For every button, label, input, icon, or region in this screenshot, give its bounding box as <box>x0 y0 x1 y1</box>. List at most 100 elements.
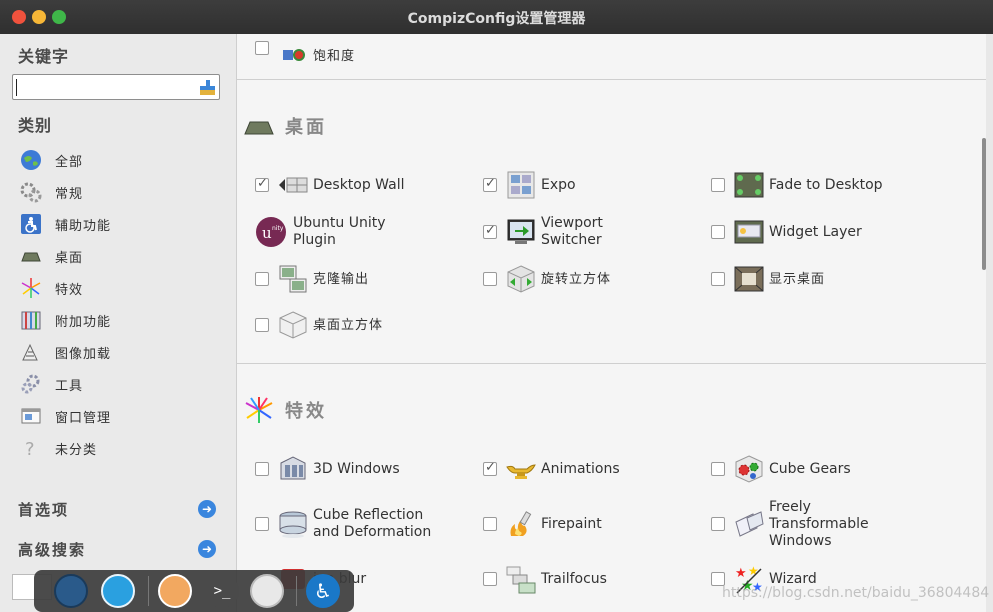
category-all[interactable]: 全部 <box>20 148 220 172</box>
category-effects[interactable]: 特效 <box>20 276 220 300</box>
section-header-effects: 特效 <box>243 395 327 425</box>
plugin-checkbox[interactable] <box>711 517 725 531</box>
category-extras[interactable]: 附加功能 <box>20 308 220 332</box>
desktop-cube-icon <box>277 309 309 341</box>
extras-icon <box>20 309 42 331</box>
rotate-cube-icon <box>505 263 537 295</box>
plugin-checkbox[interactable] <box>255 176 269 192</box>
plugin-checkbox[interactable] <box>255 41 269 55</box>
category-uncategorized[interactable]: ? 未分类 <box>20 436 220 460</box>
plugin-viewport-switcher[interactable]: Viewport Switcher <box>483 214 603 250</box>
plugin-clone-output[interactable]: 克隆输出 <box>255 261 369 297</box>
fireworks-icon <box>243 396 275 424</box>
application-dock: >_ ♿ <box>34 570 354 612</box>
category-general[interactable]: 常规 <box>20 180 220 204</box>
svg-text:nity: nity <box>272 225 284 232</box>
plugin-checkbox[interactable] <box>711 272 725 286</box>
plugin-list: 饱和度 桌面 Desktop Wall Expo Fade to Desktop… <box>237 34 986 612</box>
scrollbar-track[interactable] <box>986 34 993 612</box>
3d-windows-icon <box>277 453 309 485</box>
category-image-loading[interactable]: 图像加载 <box>20 340 220 364</box>
software-center-icon[interactable] <box>158 574 192 608</box>
screenshot-app-icon[interactable] <box>54 574 88 608</box>
plugin-cube-gears[interactable]: Cube Gears <box>711 451 851 487</box>
firepaint-icon <box>505 508 537 540</box>
saturation-icon <box>277 34 309 64</box>
expo-icon <box>505 169 537 201</box>
clear-search-icon[interactable] <box>199 79 216 96</box>
plugin-checkbox[interactable] <box>255 462 269 476</box>
plugin-checkbox[interactable] <box>483 272 497 286</box>
plugin-saturation[interactable]: 饱和度 <box>255 34 355 66</box>
plugin-3d-windows[interactable]: 3D Windows <box>255 451 400 487</box>
plugin-checkbox[interactable] <box>255 517 269 531</box>
category-accessibility[interactable]: 辅助功能 <box>20 212 220 236</box>
gears-icon <box>20 181 42 203</box>
arrow-right-icon: ➜ <box>198 540 216 558</box>
plugin-trailfocus[interactable]: Trailfocus <box>483 561 607 597</box>
plugin-freely-transformable-windows[interactable]: Freely Transformable Windows <box>711 499 869 549</box>
fade-to-desktop-icon <box>733 169 765 201</box>
category-tools[interactable]: 工具 <box>20 372 220 396</box>
svg-text:?: ? <box>25 439 35 459</box>
plugin-desktop-wall[interactable]: Desktop Wall <box>255 167 405 203</box>
plugin-checkbox[interactable] <box>483 223 497 239</box>
trailfocus-icon <box>505 563 537 595</box>
category-desktop[interactable]: 桌面 <box>20 244 220 268</box>
plugin-widget-layer[interactable]: Widget Layer <box>711 214 862 250</box>
magic-wand-icon[interactable] <box>250 574 284 608</box>
viewport-switcher-icon <box>505 216 537 248</box>
ubuntu-unity-icon: u nity <box>255 216 287 248</box>
window-title: CompizConfig设置管理器 <box>407 11 586 27</box>
plugin-checkbox[interactable] <box>255 272 269 286</box>
plugin-firepaint[interactable]: Firepaint <box>483 506 602 542</box>
sidebar: 关键字 类别 全部 常规 辅助功能 桌面 特效 附加功能 图像加载 工具 窗口管… <box>0 34 237 612</box>
window-management-icon <box>20 405 42 427</box>
plugin-checkbox[interactable] <box>483 517 497 531</box>
scrollbar-thumb[interactable] <box>982 138 986 270</box>
plugin-cube-reflection[interactable]: Cube Reflection and Deformation <box>255 506 431 542</box>
plugin-ubuntu-unity[interactable]: u nity Ubuntu Unity Plugin <box>255 214 385 250</box>
uncategorized-icon: ? <box>20 437 42 460</box>
widget-layer-icon <box>733 216 765 248</box>
plugin-checkbox[interactable] <box>483 176 497 192</box>
plugin-checkbox[interactable] <box>711 225 725 239</box>
cube-reflection-icon <box>277 508 309 540</box>
desktop-icon <box>243 112 275 140</box>
plugin-fade-to-desktop[interactable]: Fade to Desktop <box>711 167 883 203</box>
plugin-checkbox[interactable] <box>711 572 725 586</box>
desktop-wall-icon <box>277 169 309 201</box>
plugin-checkbox[interactable] <box>711 178 725 192</box>
title-bar: CompizConfig设置管理器 <box>0 0 993 34</box>
globe-icon <box>20 149 42 171</box>
show-desktop-icon <box>733 263 765 295</box>
plugin-desktop-cube[interactable]: 桌面立方体 <box>255 307 383 343</box>
arrow-right-icon: ➜ <box>198 500 216 518</box>
freely-transformable-windows-icon <box>733 508 765 540</box>
image-loading-icon <box>20 341 42 363</box>
accessibility-icon[interactable]: ♿ <box>306 574 340 608</box>
text-editor-icon[interactable] <box>101 574 135 608</box>
plugin-expo[interactable]: Expo <box>483 167 576 203</box>
plugin-show-desktop[interactable]: 显示桌面 <box>711 261 825 297</box>
plugin-checkbox[interactable] <box>711 462 725 476</box>
section-header-desktop: 桌面 <box>243 111 327 141</box>
plugin-checkbox[interactable] <box>483 460 497 476</box>
keyword-heading: 关键字 <box>18 47 70 66</box>
terminal-icon[interactable]: >_ <box>205 574 239 608</box>
plugin-checkbox[interactable] <box>483 572 497 586</box>
advanced-search-button[interactable]: 高级搜索 ➜ <box>18 538 216 560</box>
plugin-checkbox[interactable] <box>255 318 269 332</box>
plugin-rotate-cube[interactable]: 旋转立方体 <box>483 261 611 297</box>
svg-text:u: u <box>262 224 272 242</box>
category-window-management[interactable]: 窗口管理 <box>20 404 220 428</box>
cube-gears-icon <box>733 453 765 485</box>
plugin-animations[interactable]: Animations <box>483 451 620 487</box>
clone-output-icon <box>277 263 309 295</box>
text-caret <box>16 79 17 96</box>
tools-icon <box>20 373 42 395</box>
fireworks-icon <box>20 277 42 299</box>
watermark: https://blog.csdn.net/baidu_36804484 <box>722 585 990 601</box>
preferences-button[interactable]: 首选项 ➜ <box>18 498 216 520</box>
search-input[interactable] <box>12 74 220 100</box>
